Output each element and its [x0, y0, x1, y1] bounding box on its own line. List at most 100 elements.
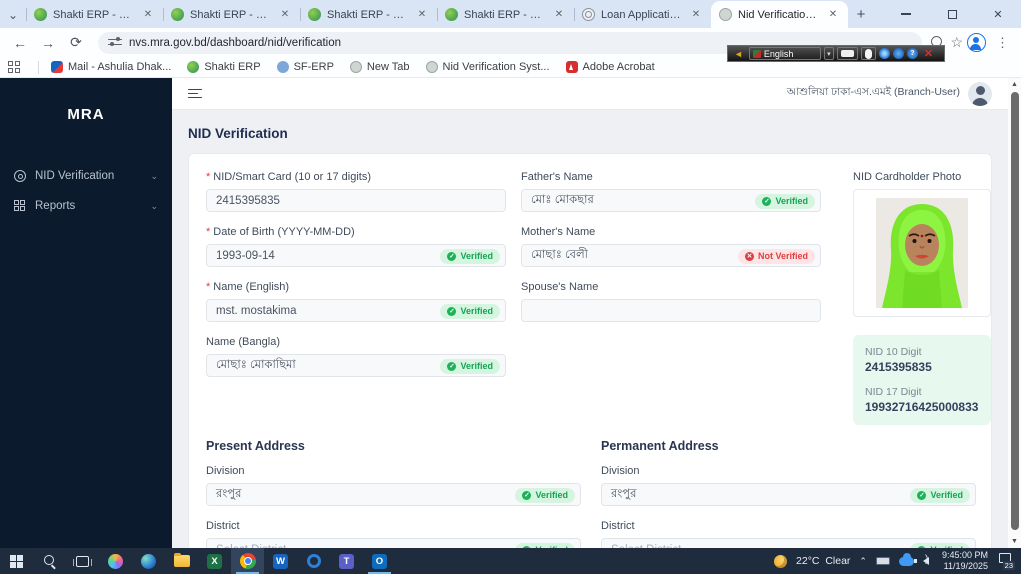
overlay-shield-icon[interactable]: [892, 48, 904, 59]
sidebar-item-reports[interactable]: Reports ⌄: [0, 191, 172, 221]
reload-button[interactable]: ⟳: [64, 31, 88, 55]
overlay-settings-icon[interactable]: [878, 48, 890, 59]
tab-title: Shakti ERP - Member NID...: [53, 8, 135, 21]
sidebar-item-nid-verification[interactable]: NID Verification ⌄: [0, 161, 172, 191]
bookmark-shakti-erp[interactable]: Shakti ERP: [187, 61, 261, 73]
required-asterisk: *: [206, 281, 211, 293]
start-button[interactable]: [0, 548, 33, 574]
taskbar-clock[interactable]: 9:45:00 PM 11/19/2025: [942, 550, 988, 573]
maximize-icon: [947, 9, 957, 19]
chrome-button[interactable]: [231, 548, 264, 574]
browser-tab-1[interactable]: Shakti ERP - Member NID... ✕: [26, 1, 163, 28]
present-division-select[interactable]: রংপুর ✓ Verified: [206, 483, 581, 506]
field-nid-number: * NID/Smart Card (10 or 17 digits) 241539…: [206, 171, 506, 212]
spouses-name-input[interactable]: [521, 299, 821, 322]
action-center-button[interactable]: 23: [997, 553, 1015, 570]
scrollbar-thumb[interactable]: [1010, 92, 1019, 530]
browser-tab-3[interactable]: Shakti ERP - Lead Details ✕: [300, 1, 437, 28]
profile-icon[interactable]: [967, 33, 986, 52]
tab-search-button[interactable]: ⌄: [0, 2, 26, 28]
touch-keyboard-icon[interactable]: [875, 557, 890, 565]
user-branch-label: আশুলিয়া ঢাকা-এস.এমই (Branch-User): [786, 86, 960, 98]
check-icon: ✓: [447, 361, 457, 371]
excel-button[interactable]: X: [198, 548, 231, 574]
forward-button[interactable]: →: [36, 31, 60, 55]
browser-tab-2[interactable]: Shakti ERP - Member Lead... ✕: [163, 1, 300, 28]
permanent-division-select[interactable]: রংপুর ✓ Verified: [601, 483, 976, 506]
divider: [38, 60, 39, 74]
overlay-keyboard-button[interactable]: [836, 47, 858, 60]
site-info-icon[interactable]: [108, 37, 122, 49]
browser-menu-icon[interactable]: ⋮: [990, 35, 1015, 51]
not-verified-badge: ✕ Not Verified: [737, 248, 815, 264]
bookmark-nid-verification[interactable]: Nid Verification Syst...: [425, 61, 550, 73]
date-of-birth-input[interactable]: 1993-09-14 ✓ Verified: [206, 244, 506, 267]
verified-badge: ✓Verified: [755, 193, 815, 209]
new-tab-button[interactable]: +: [848, 1, 874, 27]
mothers-name-input[interactable]: মোছাঃ বেলী ✕ Not Verified: [521, 244, 821, 267]
page-scrollbar[interactable]: ▲ ▼: [1008, 78, 1021, 548]
onedrive-icon[interactable]: [898, 552, 914, 566]
overlay-help-icon[interactable]: ?: [906, 48, 918, 59]
weather-widget[interactable]: 22°C Clear: [796, 555, 850, 567]
check-icon: ✓: [447, 251, 457, 261]
header-user[interactable]: আশুলিয়া ঢাকা-এস.এমই (Branch-User): [786, 81, 992, 106]
window-minimize-button[interactable]: [883, 0, 929, 28]
form-middle-column: Father's Name মোঃ মোকছার ✓ Verified Mothe…: [521, 171, 821, 425]
window-close-button[interactable]: ✕: [975, 0, 1021, 28]
clock-time: 9:45:00 PM: [941, 549, 988, 560]
permanent-district-select[interactable]: Select District ✓Verified: [601, 538, 976, 548]
sidebar-toggle-icon[interactable]: [188, 88, 202, 99]
task-view-button[interactable]: [66, 548, 99, 574]
present-district-select[interactable]: Select District ✓Verified: [206, 538, 581, 548]
tab-close-icon[interactable]: ✕: [689, 8, 703, 22]
bookmark-sf-erp[interactable]: SF-ERP: [276, 61, 334, 73]
overlay-language-select[interactable]: English: [748, 47, 821, 60]
copilot-button[interactable]: [99, 548, 132, 574]
tray-expand-icon[interactable]: ⌃: [859, 556, 867, 567]
field-date-of-birth: * Date of Birth (YYYY-MM-DD) 1993-09-14 ✓…: [206, 226, 506, 267]
taskbar-app-icons: X W T O: [0, 548, 396, 574]
field-name-english: * Name (English) mst. mostakima ✓ Verified: [206, 281, 506, 322]
scroll-down-icon[interactable]: ▼: [1008, 538, 1021, 545]
bookmark-adobe-acrobat[interactable]: Adobe Acrobat: [565, 61, 655, 73]
bookmark-new-tab[interactable]: New Tab: [349, 61, 410, 73]
apps-grid-icon[interactable]: [8, 61, 20, 73]
verified-badge: ✓Verified: [440, 248, 500, 264]
overlay-back-icon[interactable]: ◄: [731, 47, 746, 60]
weather-moon-icon[interactable]: [774, 554, 788, 568]
back-button[interactable]: ←: [8, 31, 32, 55]
overlay-mouse-button[interactable]: [860, 47, 876, 60]
browser-tab-4[interactable]: Shakti ERP - Loan Proposa... ✕: [437, 1, 574, 28]
browser-tab-5[interactable]: Loan Application Form ✕: [574, 1, 711, 28]
outlook-button[interactable]: O: [363, 548, 396, 574]
tab-close-icon[interactable]: ✕: [552, 8, 566, 22]
fathers-name-input[interactable]: মোঃ মোকছার ✓ Verified: [521, 189, 821, 212]
flag-icon: [752, 49, 761, 58]
field-present-division: Division রংপুর ✓ Verified: [206, 465, 581, 506]
tab-close-icon[interactable]: ✕: [141, 8, 155, 22]
overlay-language-dropdown-icon[interactable]: ▾: [823, 47, 834, 60]
bookmark-mail[interactable]: Mail - Ashulia Dhak...: [51, 61, 171, 73]
tab-close-icon[interactable]: ✕: [415, 8, 429, 22]
taskbar-search-button[interactable]: [33, 548, 66, 574]
word-button[interactable]: W: [264, 548, 297, 574]
name-bangla-input[interactable]: মোছাঃ মোকাছিমা ✓ Verified: [206, 354, 506, 377]
user-avatar[interactable]: [968, 81, 992, 106]
volume-icon[interactable]: [913, 554, 929, 565]
teams-button[interactable]: T: [330, 548, 363, 574]
nid-number-input[interactable]: 2415395835: [206, 189, 506, 212]
scroll-up-icon[interactable]: ▲: [1008, 81, 1021, 88]
bookmark-star-icon[interactable]: ☆: [950, 34, 963, 51]
tab-close-icon[interactable]: ✕: [278, 8, 292, 22]
tab-close-icon[interactable]: ✕: [826, 8, 840, 22]
browser-tab-active[interactable]: Nid Verification System ✕: [711, 1, 848, 28]
file-explorer-button[interactable]: [165, 548, 198, 574]
name-english-input[interactable]: mst. mostakima ✓ Verified: [206, 299, 506, 322]
overlay-close-icon[interactable]: ✕: [921, 47, 936, 60]
window-maximize-button[interactable]: [929, 0, 975, 28]
url-text[interactable]: nvs.mra.gov.bd/dashboard/nid/verificatio…: [129, 37, 341, 49]
content-header: আশুলিয়া ঢাকা-এস.এমই (Branch-User): [172, 78, 1008, 110]
sync-app-button[interactable]: [297, 548, 330, 574]
edge-button[interactable]: [132, 548, 165, 574]
